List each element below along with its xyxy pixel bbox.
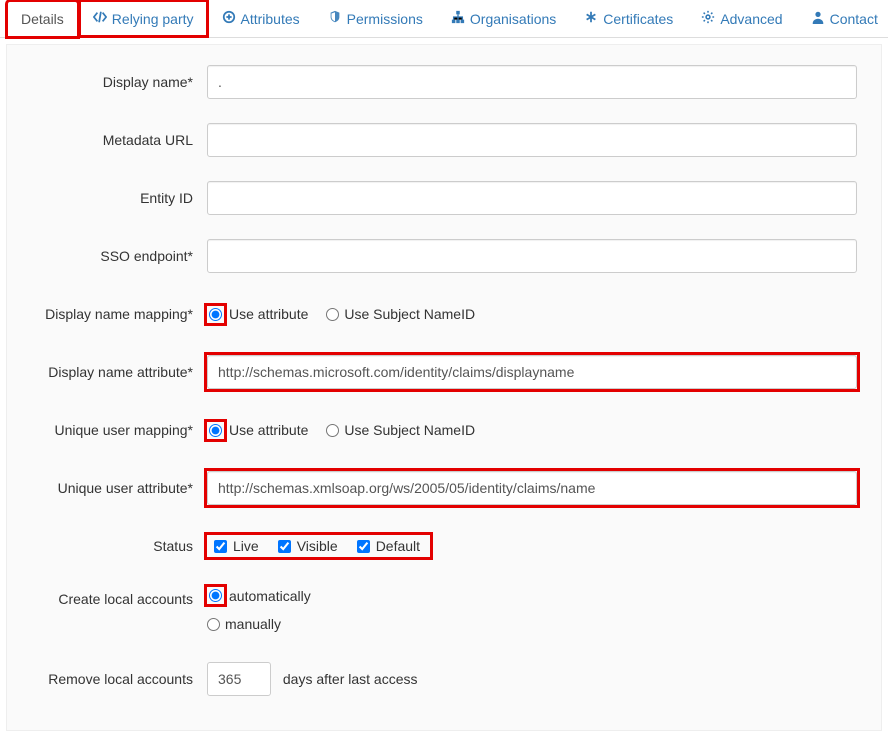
radio-label-use-attribute: Use attribute (229, 306, 308, 322)
status-live-checkbox[interactable] (214, 540, 227, 553)
label-status: Status (17, 538, 207, 554)
tab-organisations[interactable]: Organisations (437, 0, 570, 37)
remove-days-input[interactable] (207, 662, 271, 696)
label-display-name: Display name* (17, 74, 207, 90)
tab-contact-label: Contact (830, 11, 878, 27)
radio-label-manually: manually (225, 616, 281, 632)
unique-user-mapping-use-subject-radio[interactable] (326, 424, 339, 437)
label-metadata-url: Metadata URL (17, 132, 207, 148)
tab-advanced[interactable]: Advanced (687, 0, 796, 37)
label-display-name-mapping: Display name mapping* (17, 306, 207, 322)
tab-permissions-label: Permissions (347, 11, 423, 27)
gear-icon (701, 10, 715, 27)
tab-details[interactable]: Details (6, 0, 79, 38)
status-live-label: Live (233, 538, 259, 554)
radio-label-use-attribute-2: Use attribute (229, 422, 308, 438)
display-name-attribute-input[interactable] (207, 355, 857, 389)
status-visible-label: Visible (297, 538, 338, 554)
tab-attributes-label: Attributes (241, 11, 300, 27)
shield-icon (328, 10, 342, 27)
label-entity-id: Entity ID (17, 190, 207, 206)
status-visible-checkbox[interactable] (278, 540, 291, 553)
label-display-name-attribute: Display name attribute* (17, 364, 207, 380)
user-icon (811, 10, 825, 27)
tab-permissions[interactable]: Permissions (314, 0, 437, 37)
display-name-input[interactable] (207, 65, 857, 99)
plus-circle-icon (222, 10, 236, 27)
tab-certificates[interactable]: Certificates (570, 0, 687, 37)
sitemap-icon (451, 10, 465, 27)
tab-organisations-label: Organisations (470, 11, 556, 27)
label-sso-endpoint: SSO endpoint* (17, 248, 207, 264)
unique-user-attribute-input[interactable] (207, 471, 857, 505)
asterisk-icon (584, 10, 598, 27)
tab-attributes[interactable]: Attributes (208, 0, 314, 37)
remove-days-suffix: days after last access (283, 671, 418, 687)
status-default-label: Default (376, 538, 420, 554)
tab-details-label: Details (21, 11, 64, 27)
tab-relying-party-label: Relying party (112, 11, 194, 27)
entity-id-input[interactable] (207, 181, 857, 215)
create-local-manually-radio[interactable] (207, 618, 220, 631)
display-name-mapping-use-attribute-radio[interactable] (209, 308, 222, 321)
label-create-local-accounts: Create local accounts (17, 587, 207, 607)
radio-label-use-subject: Use Subject NameID (344, 306, 475, 322)
form-panel: Display name* Metadata URL Entity ID SSO… (6, 44, 882, 731)
unique-user-mapping-use-attribute-radio[interactable] (209, 424, 222, 437)
code-icon (93, 10, 107, 27)
tab-contact[interactable]: Contact (797, 0, 888, 37)
label-unique-user-mapping: Unique user mapping* (17, 422, 207, 438)
tabs: Details Relying party Attributes Permiss… (0, 0, 888, 38)
label-unique-user-attribute: Unique user attribute* (17, 480, 207, 496)
radio-label-automatically: automatically (229, 588, 311, 604)
metadata-url-input[interactable] (207, 123, 857, 157)
tab-relying-party[interactable]: Relying party (79, 0, 208, 37)
tab-advanced-label: Advanced (720, 11, 782, 27)
radio-label-use-subject-2: Use Subject NameID (344, 422, 475, 438)
status-default-checkbox[interactable] (357, 540, 370, 553)
display-name-mapping-use-subject-radio[interactable] (326, 308, 339, 321)
sso-endpoint-input[interactable] (207, 239, 857, 273)
label-remove-local-accounts: Remove local accounts (17, 671, 207, 687)
tab-certificates-label: Certificates (603, 11, 673, 27)
create-local-automatically-radio[interactable] (209, 589, 222, 602)
